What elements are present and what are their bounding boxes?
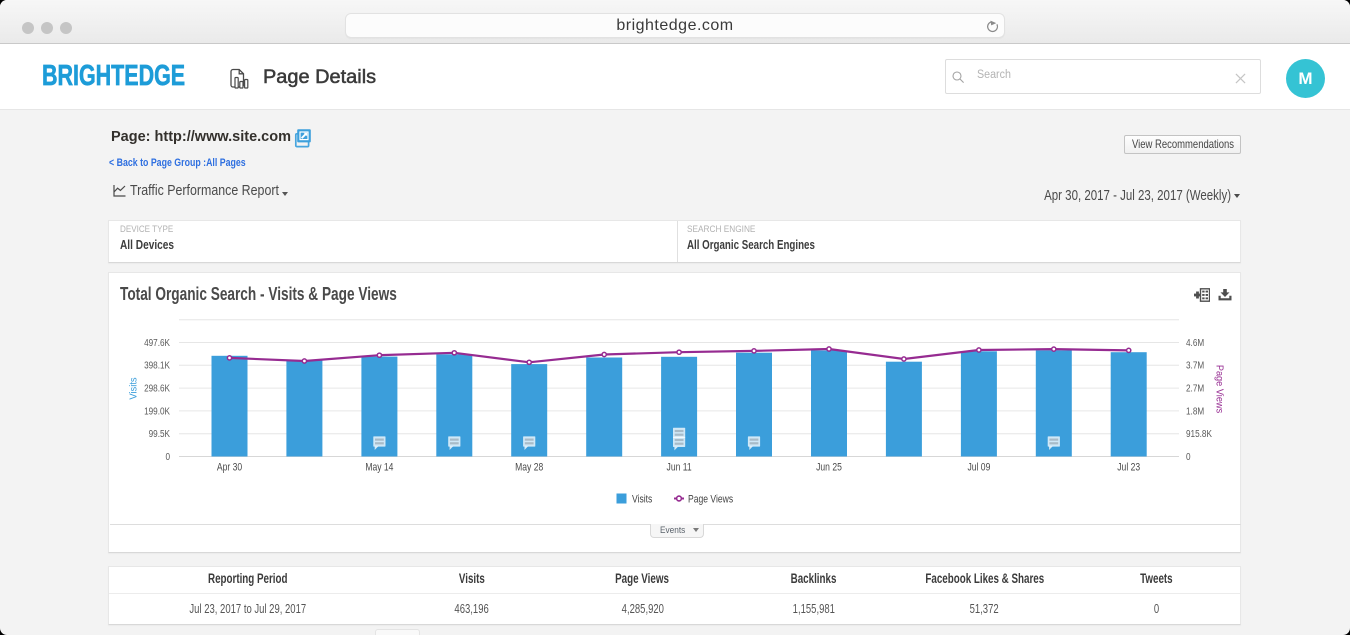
svg-text:Jul 23: Jul 23: [1117, 462, 1140, 474]
svg-text:Jun 25: Jun 25: [816, 462, 842, 474]
svg-text:3.7M: 3.7M: [1186, 359, 1204, 371]
svg-text:Apr 30: Apr 30: [217, 462, 243, 474]
svg-text:497.6K: 497.6K: [144, 336, 171, 348]
svg-text:915.8K: 915.8K: [1186, 427, 1213, 439]
svg-text:0: 0: [165, 450, 170, 462]
svg-text:Visits: Visits: [128, 377, 139, 399]
svg-text:4.6M: 4.6M: [1186, 336, 1204, 348]
svg-text:298.6K: 298.6K: [144, 381, 171, 393]
svg-text:May 28: May 28: [515, 462, 544, 474]
svg-text:2.7M: 2.7M: [1186, 381, 1204, 393]
svg-text:398.1K: 398.1K: [144, 359, 171, 371]
svg-text:99.5K: 99.5K: [149, 427, 171, 439]
svg-text:Jun 11: Jun 11: [667, 462, 692, 474]
svg-text:Page Views: Page Views: [1213, 365, 1224, 414]
svg-text:May 14: May 14: [365, 462, 394, 474]
svg-text:Visits: Visits: [632, 494, 652, 506]
svg-text:Page Views: Page Views: [688, 494, 733, 506]
svg-text:199.0K: 199.0K: [144, 404, 171, 416]
svg-text:Jul 09: Jul 09: [967, 462, 990, 474]
svg-text:0: 0: [1186, 450, 1191, 462]
svg-text:1.8M: 1.8M: [1186, 404, 1204, 416]
